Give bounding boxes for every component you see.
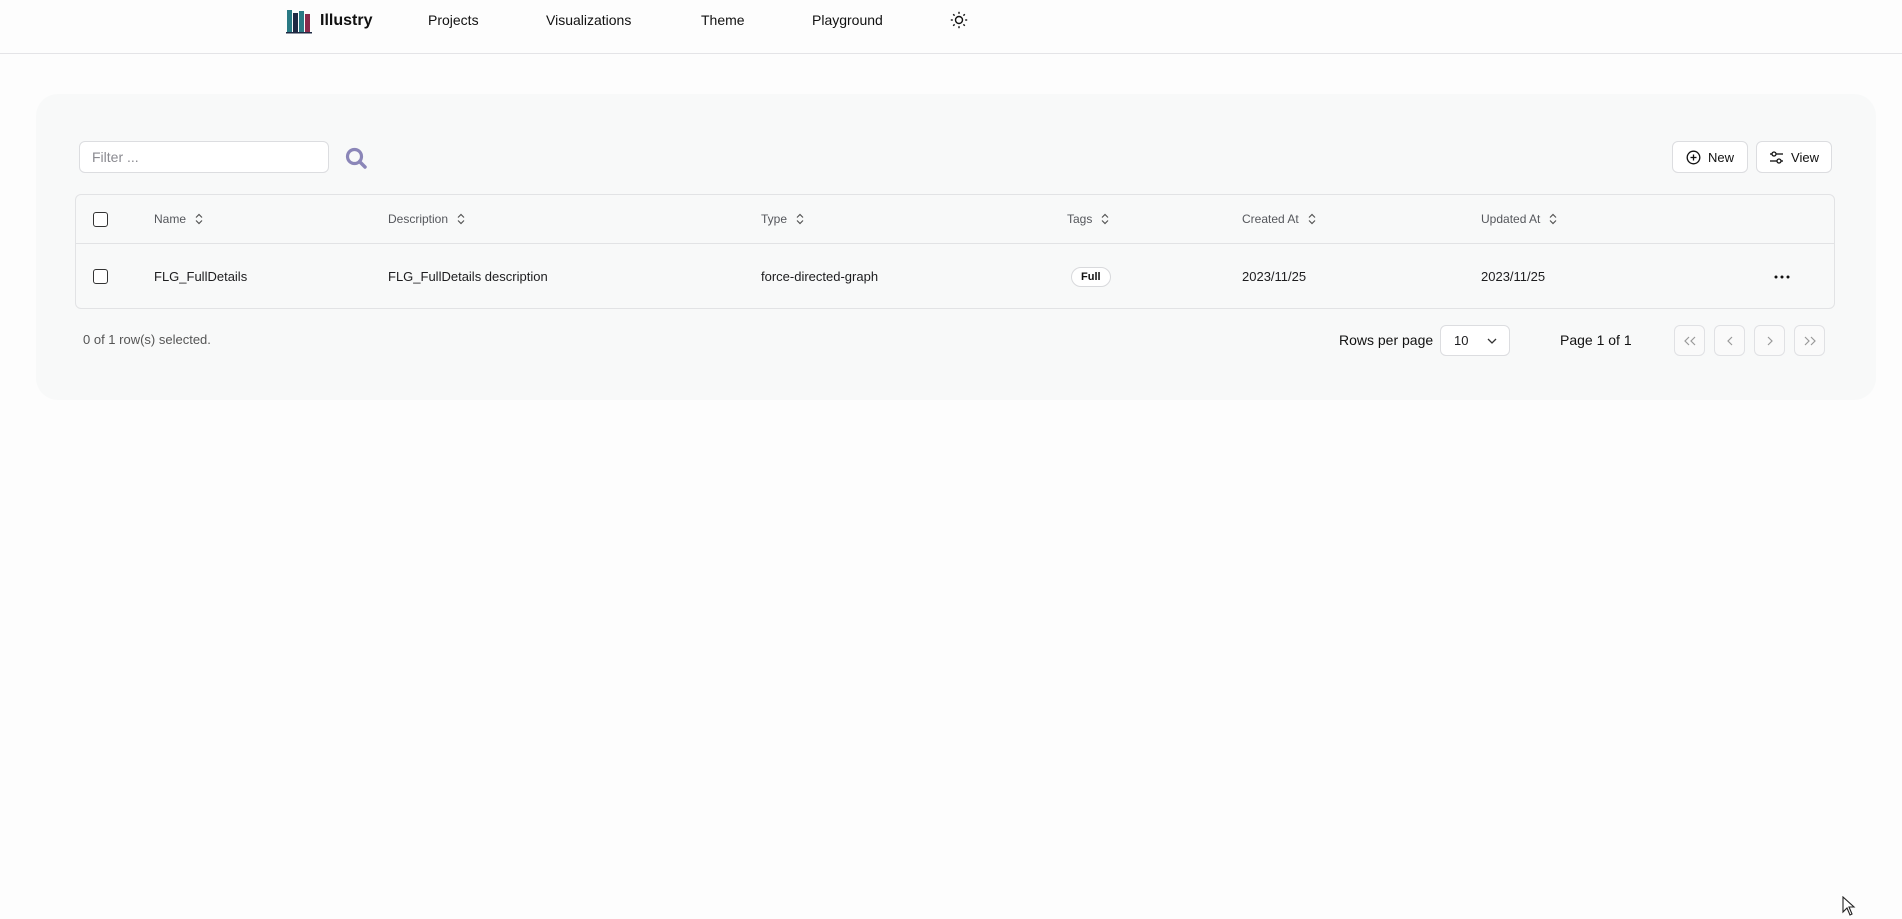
header-description-label: Description [388, 212, 449, 226]
projects-table: Name Description Type Tags Created At Up… [75, 194, 1835, 309]
chevron-right-icon [1767, 336, 1773, 345]
nav-link-visualizations[interactable]: Visualizations [546, 12, 631, 28]
last-page-button[interactable] [1794, 325, 1825, 356]
table-row[interactable]: FLG_FullDetails FLG_FullDetails descript… [76, 244, 1834, 309]
header-updated-at[interactable]: Updated At [1481, 195, 1558, 243]
brand-name: Illustry [320, 12, 373, 29]
next-page-button[interactable] [1754, 325, 1785, 356]
cell-created-at: 2023/11/25 [1242, 269, 1307, 284]
sort-icon [1101, 213, 1109, 225]
more-horizontal-icon [1774, 275, 1790, 278]
select-all-checkbox[interactable] [93, 211, 108, 227]
sliders-icon [1770, 150, 1784, 164]
new-button-label: New [1707, 149, 1734, 165]
sort-icon [796, 213, 804, 225]
cell-updated-at: 2023/11/25 [1481, 269, 1546, 284]
filter-input[interactable] [79, 141, 329, 173]
new-button[interactable]: New [1672, 141, 1748, 173]
header-name-label: Name [154, 212, 187, 226]
cell-type: force-directed-graph [761, 269, 879, 284]
header-type[interactable]: Type [761, 195, 805, 243]
select-all-cell [93, 195, 108, 243]
sort-icon [1549, 213, 1557, 225]
header-tags[interactable]: Tags [1067, 195, 1110, 243]
header-updated-at-label: Updated At [1481, 212, 1541, 226]
illustry-logo-icon [286, 10, 312, 34]
sort-icon [195, 213, 203, 225]
row-actions-button[interactable] [1774, 244, 1790, 309]
header-name[interactable]: Name [154, 195, 204, 243]
projects-card: New View Name Description Type [36, 94, 1876, 400]
chevrons-right-icon [1804, 336, 1816, 345]
rows-per-page-value: 10 [1454, 333, 1469, 348]
chevron-down-icon [1487, 338, 1497, 344]
cell-tags: Full [1071, 244, 1111, 309]
sun-icon[interactable] [950, 11, 968, 29]
selection-status: 0 of 1 row(s) selected. [83, 332, 211, 347]
rows-per-page-select[interactable]: 10 [1440, 325, 1510, 356]
first-page-button[interactable] [1674, 325, 1705, 356]
header-created-at[interactable]: Created At [1242, 195, 1317, 243]
header-description[interactable]: Description [388, 195, 466, 243]
previous-page-button[interactable] [1714, 325, 1745, 356]
header-tags-label: Tags [1067, 212, 1093, 226]
plus-circle-icon [1686, 150, 1701, 164]
cell-name[interactable]: FLG_FullDetails [154, 244, 247, 309]
chevron-left-icon [1726, 336, 1732, 345]
nav-link-projects[interactable]: Projects [428, 12, 479, 28]
view-button[interactable]: View [1756, 141, 1832, 173]
nav-link-theme[interactable]: Theme [701, 12, 745, 28]
row-select-cell [93, 244, 108, 309]
page-indicator: Page 1 of 1 [1560, 332, 1632, 348]
chevrons-left-icon [1683, 336, 1695, 345]
sort-icon [457, 213, 465, 225]
brand[interactable]: Illustry [286, 8, 372, 34]
mouse-cursor-icon [1842, 896, 1856, 916]
rows-per-page-label: Rows per page [1339, 332, 1434, 348]
view-button-label: View [1791, 149, 1819, 165]
cell-description: FLG_FullDetails description [388, 269, 548, 284]
header-created-at-label: Created At [1242, 212, 1299, 226]
tag-badge: Full [1071, 266, 1111, 287]
row-checkbox[interactable] [93, 269, 108, 284]
search-icon[interactable] [344, 146, 368, 170]
sort-icon [1308, 213, 1316, 225]
top-navbar: Illustry Projects Visualizations Theme P… [0, 0, 1902, 54]
nav-link-playground[interactable]: Playground [812, 12, 883, 28]
header-type-label: Type [761, 212, 788, 226]
table-header: Name Description Type Tags Created At Up… [76, 195, 1834, 244]
